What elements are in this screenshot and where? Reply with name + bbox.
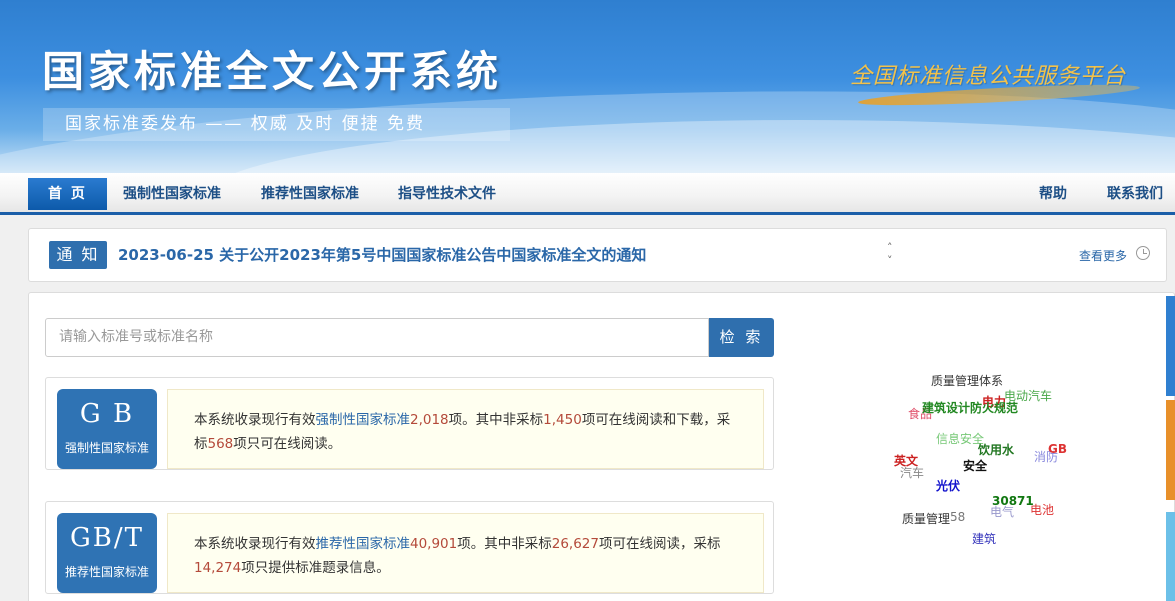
notice-link[interactable]: 2023-06-25 关于公开2023年第5号中国国家标准公告中国家标准全文的通… [118, 244, 646, 265]
keyword-tag[interactable]: 电池 [1030, 501, 1054, 518]
site-title: 国家标准全文公开系统 [42, 47, 503, 96]
side-widget-edge[interactable] [1166, 296, 1175, 396]
keyword-tag[interactable]: 饮用水 [978, 441, 1014, 458]
notice-badge: 通 知 [49, 241, 107, 269]
main-nav: 首 页 强制性国家标准 推荐性国家标准 指导性技术文件 帮助 联系我们 [0, 173, 1175, 215]
desc-category: 强制性国家标准 [315, 412, 411, 428]
notice-bar: 通 知 2023-06-25 关于公开2023年第5号中国国家标准公告中国家标准… [28, 228, 1167, 282]
nav-help[interactable]: 帮助 [1039, 178, 1067, 210]
card-code: G B [79, 399, 135, 429]
desc-total: 40,901 [410, 536, 458, 552]
nav-mandatory-standards[interactable]: 强制性国家标准 [123, 178, 221, 210]
header-banner: 国家标准全文公开系统 国家标准委发布 —— 权威 及时 便捷 免费 全国标准信息… [0, 0, 1175, 173]
keyword-cloud: 质量管理体系 电动汽车 电力 食品 建筑设计防火规范 信息安全 饮用水 英文 消… [880, 365, 1100, 555]
keyword-tag[interactable]: 建筑设计防火规范 [922, 399, 1018, 416]
nav-contact[interactable]: 联系我们 [1107, 178, 1163, 210]
gb-logo-button[interactable]: G B 强制性国家标准 [57, 389, 157, 469]
desc-text: 项只提供标准题录信息。 [241, 560, 390, 576]
desc-text: 项可在线阅读，采标 [599, 536, 721, 552]
keyword-tag[interactable]: 58 [950, 510, 965, 524]
keyword-tag[interactable]: 质量管理 [902, 510, 950, 527]
nav-home[interactable]: 首 页 [28, 178, 107, 210]
platform-name: 全国标准信息公共服务平台 [850, 64, 1127, 89]
desc-text: 本系统收录现行有效 [194, 536, 316, 552]
notice-scroll-arrows-icon[interactable]: ˄ ˅ [887, 241, 893, 267]
card-description: 本系统收录现行有效强制性国家标准2,018项。其中非采标1,450项可在线阅读和… [167, 389, 764, 469]
card-code: GB/T [70, 523, 144, 553]
desc-category: 推荐性国家标准 [315, 536, 411, 552]
desc-text: 本系统收录现行有效 [194, 412, 316, 428]
keyword-tag[interactable]: GB [1048, 442, 1067, 456]
desc-adopted: 14,274 [194, 560, 242, 576]
keyword-tag[interactable]: 光伏 [936, 477, 960, 494]
desc-text: 项。其中非采标 [457, 536, 552, 552]
standard-card-gb: G B 强制性国家标准 本系统收录现行有效强制性国家标准2,018项。其中非采标… [45, 377, 774, 470]
desc-adopted: 568 [207, 436, 234, 452]
standard-card-gbt: GB/T 推荐性国家标准 本系统收录现行有效推荐性国家标准40,901项。其中非… [45, 501, 774, 594]
desc-nonadopted: 26,627 [551, 536, 599, 552]
desc-nonadopted: 1,450 [543, 412, 582, 428]
gbt-logo-button[interactable]: GB/T 推荐性国家标准 [57, 513, 157, 593]
site-slogan: 国家标准委发布 —— 权威 及时 便捷 免费 [43, 108, 510, 141]
card-description: 本系统收录现行有效推荐性国家标准40,901项。其中非采标26,627项可在线阅… [167, 513, 764, 593]
keyword-tag[interactable]: 质量管理体系 [931, 372, 1003, 389]
side-widget-edge[interactable] [1166, 512, 1175, 601]
search-input[interactable]: 请输入标准号或标准名称 [45, 318, 709, 357]
notice-more-link[interactable]: 查看更多 [1079, 247, 1127, 264]
clock-icon [1136, 246, 1150, 260]
search-button[interactable]: 检 索 [709, 318, 774, 357]
desc-text: 项。其中非采标 [448, 412, 544, 428]
card-label: 推荐性国家标准 [64, 565, 149, 579]
card-label: 强制性国家标准 [64, 441, 149, 455]
nav-guidance-documents[interactable]: 指导性技术文件 [398, 178, 496, 210]
keyword-tag[interactable]: 汽车 [900, 464, 924, 481]
nav-recommended-standards[interactable]: 推荐性国家标准 [261, 178, 359, 210]
desc-text: 项只可在线阅读。 [233, 436, 342, 452]
keyword-tag[interactable]: 建筑 [972, 530, 996, 547]
side-widget-edge[interactable] [1166, 400, 1175, 500]
keyword-tag[interactable]: 安全 [963, 457, 987, 474]
desc-total: 2,018 [410, 412, 449, 428]
keyword-tag[interactable]: 电气 [990, 503, 1014, 520]
keyword-tag[interactable]: 信息安全 [936, 430, 984, 447]
